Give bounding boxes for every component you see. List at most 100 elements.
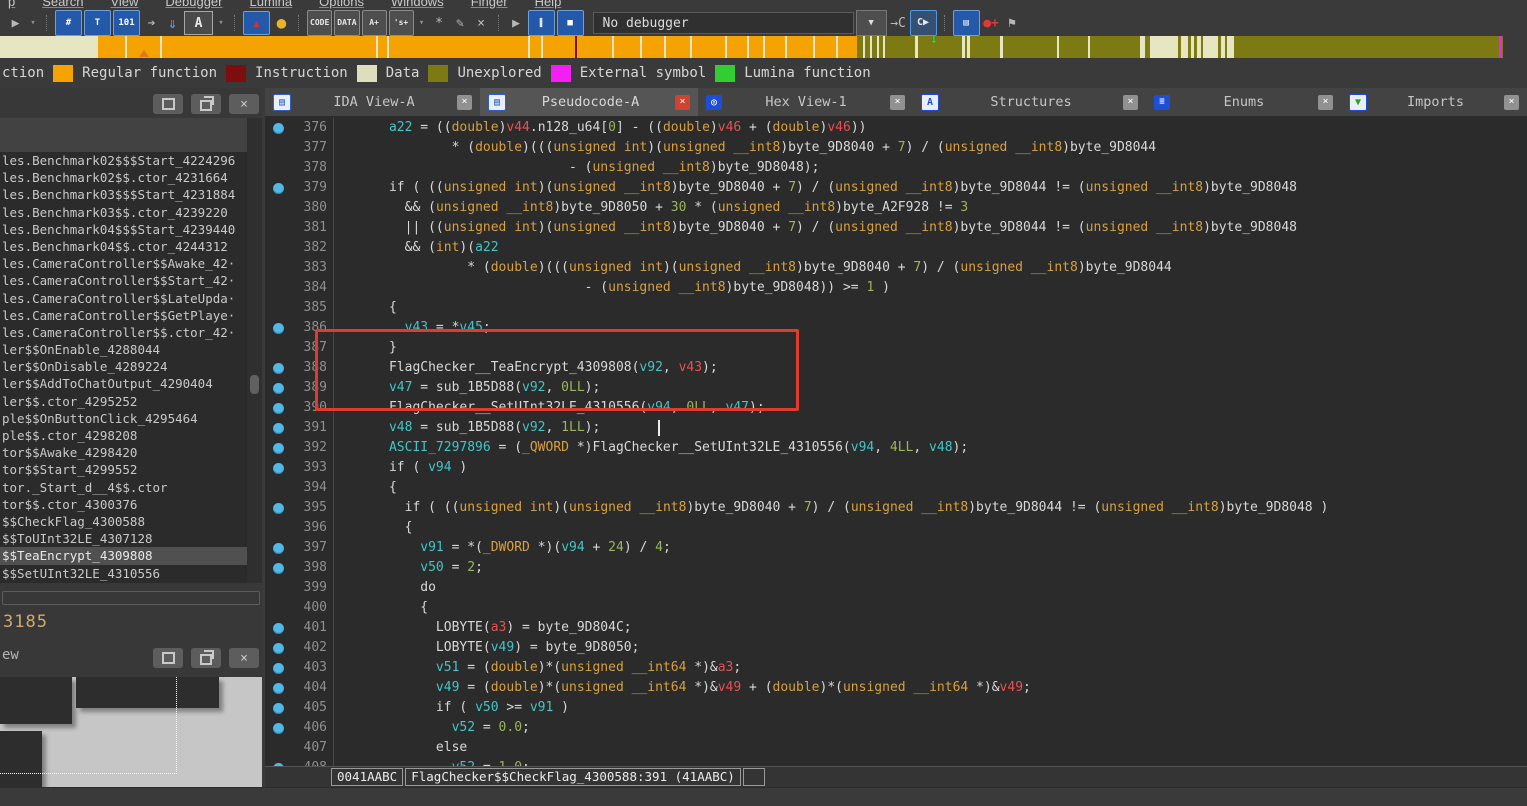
breakpoint-gutter[interactable]	[265, 698, 291, 718]
tab-imports[interactable]: ▼ Imports ×	[1341, 88, 1527, 116]
code-line[interactable]: 405 if ( v50 >= v91 )	[265, 698, 1527, 718]
function-list-item[interactable]: ple$$.ctor_4298208	[0, 427, 247, 444]
breakpoint-gutter[interactable]	[265, 298, 291, 318]
function-list-item[interactable]: les.Benchmark03$$.ctor_4239220	[0, 204, 247, 221]
breakpoint-gutter[interactable]	[265, 658, 291, 678]
function-list-item[interactable]: tor$$Awake_4298420	[0, 444, 247, 461]
function-list-item[interactable]: $$TeaEncrypt_4309808	[0, 547, 247, 565]
code-line[interactable]: 403 v51 = (double)*(unsigned __int64 *)&…	[265, 658, 1527, 678]
breakpoint-gutter[interactable]	[265, 198, 291, 218]
breakpoint-dot[interactable]	[272, 422, 284, 434]
code-line[interactable]: 394 {	[265, 478, 1527, 498]
code-line[interactable]: 383 * (double)(((unsigned int)(unsigned …	[265, 258, 1527, 278]
breakpoint-dot[interactable]	[272, 562, 284, 574]
debugger-selector[interactable]: No debugger	[592, 12, 854, 34]
code-line[interactable]: 381 || ((unsigned int)(unsigned __int8)b…	[265, 218, 1527, 238]
breakpoint-gutter[interactable]	[265, 418, 291, 438]
segments-icon[interactable]: ▤	[952, 10, 980, 36]
code-line[interactable]: 388 FlagChecker__TeaEncrypt_4309808(v92,…	[265, 358, 1527, 378]
breakpoint-gutter[interactable]	[265, 218, 291, 238]
tab-close-icon[interactable]: ×	[675, 94, 690, 110]
function-list-item[interactable]: les.Benchmark04$$$Start_4239440	[0, 221, 247, 238]
tab-pseudocode[interactable]: ▤ Pseudocode-A ×	[480, 88, 698, 116]
code-line[interactable]: 380 && (unsigned __int8)byte_9D8050 + 30…	[265, 198, 1527, 218]
dropdown-caret-icon[interactable]: ▾	[215, 13, 227, 33]
code-line[interactable]: 407 else	[265, 738, 1527, 758]
menu-item[interactable]: View	[110, 0, 138, 9]
code-line[interactable]: 402 LOBYTE(v49) = byte_9D8050;	[265, 638, 1527, 658]
code-line[interactable]: 399 do	[265, 578, 1527, 598]
functions-list[interactable]: les.Benchmark02$$$Start_4224296 les.Bench…	[0, 152, 247, 583]
make-string-icon[interactable]: 's+	[388, 10, 414, 36]
breakpoint-dot[interactable]	[272, 702, 284, 714]
function-list-item[interactable]: les.Benchmark04$$.ctor_4244312	[0, 238, 247, 255]
tab-close-icon[interactable]: ×	[1504, 94, 1519, 110]
search-again-icon[interactable]: ➔	[142, 13, 161, 33]
function-list-item[interactable]: ler$$.ctor_4295252	[0, 393, 247, 410]
dropdown-caret-icon[interactable]: ▾	[416, 13, 428, 33]
tab-close-icon[interactable]: ×	[457, 94, 472, 110]
menu-item[interactable]: Windows	[391, 0, 444, 9]
maximize-button[interactable]	[153, 648, 183, 668]
graph-viewport-rect[interactable]	[0, 677, 177, 774]
pseudocode-view[interactable]: 376 a22 = ((double)v44.n128_u64[0] - ((d…	[265, 116, 1527, 768]
breakpoint-dot[interactable]	[272, 122, 284, 134]
maximize-button[interactable]	[153, 94, 183, 114]
breakpoint-gutter[interactable]	[265, 258, 291, 278]
breakpoint-gutter[interactable]	[265, 358, 291, 378]
breakpoint-gutter[interactable]	[265, 238, 291, 258]
code-line[interactable]: 384 - (unsigned __int8)byte_9D8048)) >= …	[265, 278, 1527, 298]
restore-button[interactable]	[191, 648, 221, 668]
breakpoint-gutter[interactable]	[265, 738, 291, 758]
function-list-item[interactable]: ler$$OnEnable_4288044	[0, 341, 247, 358]
function-list-item[interactable]: les.CameraController$$.ctor_42·	[0, 324, 247, 341]
breakpoint-gutter[interactable]	[265, 338, 291, 358]
search-immediate-icon[interactable]: #	[55, 10, 82, 36]
jump-address-icon[interactable]: ⇓	[163, 13, 182, 33]
tab-enums[interactable]: ≡ Enums ×	[1146, 88, 1341, 116]
code-line[interactable]: 386 v43 = *v45;	[265, 318, 1527, 338]
navigate-forward-icon[interactable]: ▶	[6, 13, 25, 33]
menu-item[interactable]: Search	[42, 0, 83, 9]
breakpoint-gutter[interactable]	[265, 438, 291, 458]
breakpoint-dot[interactable]	[272, 382, 284, 394]
analysis-indicator-icon[interactable]: ●	[272, 13, 291, 33]
breakpoint-gutter[interactable]	[265, 558, 291, 578]
menu-item[interactable]: Finger	[471, 0, 508, 9]
restore-button[interactable]	[191, 94, 221, 114]
patch-icon[interactable]: ✎	[451, 13, 470, 33]
make-unknown-icon[interactable]: *	[430, 13, 449, 33]
step-source-icon[interactable]: →C	[889, 13, 908, 33]
code-line[interactable]: 404 v49 = (double)*(unsigned __int64 *)&…	[265, 678, 1527, 698]
code-line[interactable]: 382 && (int)(a22	[265, 238, 1527, 258]
breakpoint-dot[interactable]	[272, 682, 284, 694]
menu-item[interactable]: Debugger	[165, 0, 222, 9]
make-code-icon[interactable]: CODE	[307, 10, 333, 36]
delete-icon[interactable]: ×	[472, 13, 491, 33]
code-line[interactable]: 395 if ( ((unsigned int)(unsigned __int8…	[265, 498, 1527, 518]
code-line[interactable]: 396 {	[265, 518, 1527, 538]
breakpoint-dot[interactable]	[272, 622, 284, 634]
breakpoint-dot[interactable]	[272, 502, 284, 514]
function-list-item[interactable]: les.CameraController$$Awake_42·	[0, 255, 247, 272]
breakpoint-dot[interactable]	[272, 642, 284, 654]
breakpoint-dot[interactable]	[272, 402, 284, 414]
breakpoint-gutter[interactable]	[265, 458, 291, 478]
code-line[interactable]: 379 if ( ((unsigned int)(unsigned __int8…	[265, 178, 1527, 198]
close-button[interactable]: ×	[229, 648, 259, 668]
function-list-item[interactable]: ler$$OnDisable_4289224	[0, 358, 247, 375]
function-list-item[interactable]: tor._Start_d__4$$.ctor	[0, 479, 247, 496]
function-list-item[interactable]: les.CameraController$$LateUpda·	[0, 290, 247, 307]
debug-run-icon[interactable]: ▶	[507, 13, 526, 33]
code-line[interactable]: 377 * (double)(((unsigned int)(unsigned …	[265, 138, 1527, 158]
breakpoint-gutter[interactable]	[265, 538, 291, 558]
debug-pause-icon[interactable]: ∥	[527, 10, 555, 36]
code-line[interactable]: 378 - (unsigned __int8)byte_9D8048);	[265, 158, 1527, 178]
breakpoint-dot[interactable]	[272, 362, 284, 374]
breakpoint-dot[interactable]	[272, 322, 284, 334]
breakpoint-dot[interactable]	[272, 662, 284, 674]
code-line[interactable]: 401 LOBYTE(a3) = byte_9D804C;	[265, 618, 1527, 638]
breakpoint-gutter[interactable]	[265, 618, 291, 638]
code-line[interactable]: 376 a22 = ((double)v44.n128_u64[0] - ((d…	[265, 118, 1527, 138]
debug-stop-icon[interactable]: ■	[556, 10, 584, 36]
